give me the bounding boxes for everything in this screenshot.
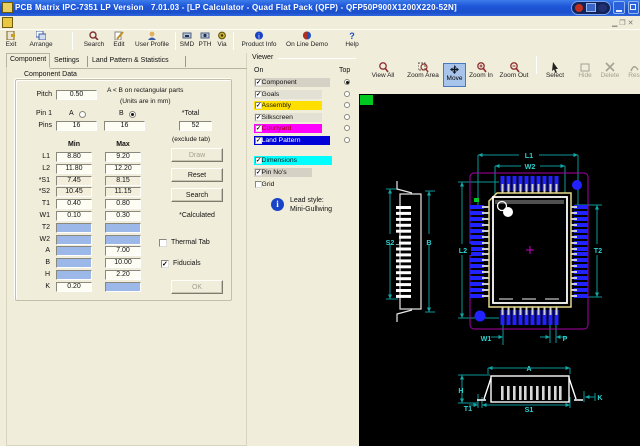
svg-text:H: H xyxy=(458,386,463,395)
svg-text:A: A xyxy=(526,364,531,373)
svg-text:L2: L2 xyxy=(459,246,467,255)
svg-text:W1: W1 xyxy=(481,334,492,343)
svg-text:P: P xyxy=(563,334,568,343)
svg-text:S1: S1 xyxy=(525,405,534,414)
svg-text:T2: T2 xyxy=(594,246,602,255)
svg-text:W2: W2 xyxy=(525,162,536,171)
svg-text:?: ? xyxy=(349,31,355,40)
svg-text:K: K xyxy=(597,393,603,402)
svg-text:B: B xyxy=(426,238,431,247)
svg-text:T1: T1 xyxy=(464,404,472,413)
svg-text:L1: L1 xyxy=(525,151,533,160)
svg-text:i: i xyxy=(258,33,260,41)
svg-text:S2: S2 xyxy=(386,238,395,247)
